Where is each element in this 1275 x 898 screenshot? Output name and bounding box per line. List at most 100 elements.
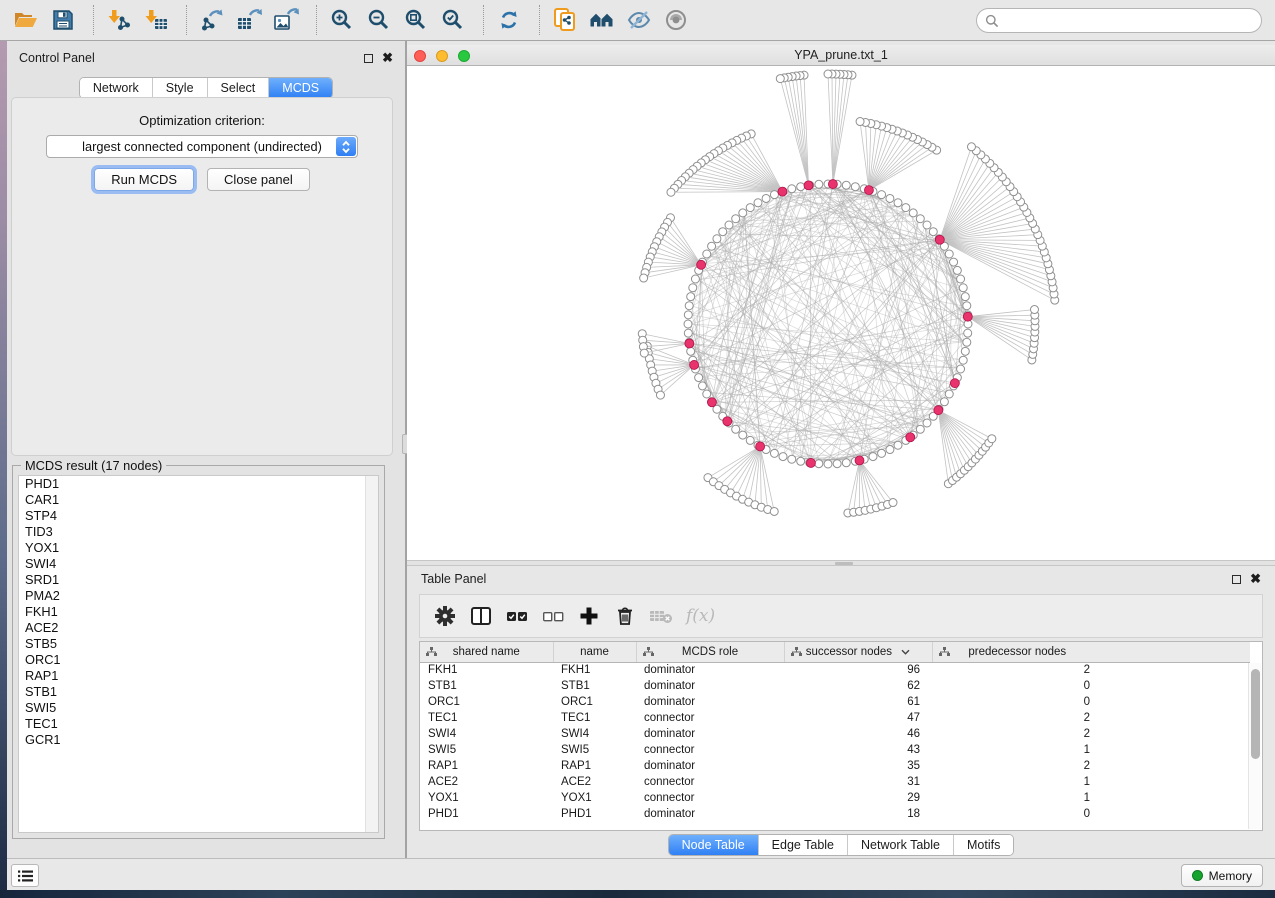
cell-name[interactable]: SWI5 (553, 742, 636, 758)
tab-network[interactable]: Network (80, 78, 153, 98)
cell-shared-name[interactable]: ACE2 (420, 774, 553, 790)
float-panel-icon[interactable] (364, 54, 373, 63)
column-header-name[interactable]: name (553, 642, 636, 662)
table-row[interactable]: ORC1ORC1dominator610 (420, 694, 1250, 710)
cell-mcds-role[interactable]: dominator (636, 662, 784, 678)
table-scrollbar[interactable] (1248, 663, 1261, 829)
cell-successor-nodes[interactable]: 96 (784, 662, 932, 678)
home-networks-icon[interactable] (586, 4, 618, 36)
settings-gear-icon[interactable] (430, 601, 460, 631)
cell-predecessor-nodes[interactable]: 1 (932, 742, 1102, 758)
export-network-icon[interactable] (196, 4, 228, 36)
cell-shared-name[interactable]: ORC1 (420, 694, 553, 710)
table-row[interactable]: SWI4SWI4dominator462 (420, 726, 1250, 742)
mcds-result-item[interactable]: STB5 (19, 636, 378, 652)
open-folder-icon[interactable] (10, 4, 42, 36)
export-image-icon[interactable] (270, 4, 302, 36)
close-panel-button[interactable]: Close panel (207, 168, 310, 191)
show-selected-eye-icon[interactable] (660, 4, 692, 36)
cell-successor-nodes[interactable]: 46 (784, 726, 932, 742)
cell-successor-nodes[interactable]: 18 (784, 806, 932, 822)
table-row[interactable]: PHD1PHD1dominator180 (420, 806, 1250, 822)
search-input[interactable] (999, 11, 1261, 31)
mcds-result-item[interactable]: SRD1 (19, 572, 378, 588)
cell-name[interactable]: SWI4 (553, 726, 636, 742)
import-table-icon[interactable] (140, 4, 172, 36)
network-window-titlebar[interactable]: YPA_prune.txt_1 (407, 45, 1275, 66)
cell-shared-name[interactable]: STB1 (420, 678, 553, 694)
cell-shared-name[interactable]: YOX1 (420, 790, 553, 806)
cell-name[interactable]: TEC1 (553, 710, 636, 726)
cell-name[interactable]: YOX1 (553, 790, 636, 806)
mcds-result-item[interactable]: ORC1 (19, 652, 378, 668)
cell-mcds-role[interactable]: connector (636, 774, 784, 790)
search-box[interactable] (976, 8, 1262, 33)
network-canvas[interactable] (407, 66, 1275, 560)
mcds-result-item[interactable]: TID3 (19, 524, 378, 540)
column-header-shared-name[interactable]: shared name (420, 642, 553, 662)
column-header-predecessor-nodes[interactable]: predecessor nodes (932, 642, 1102, 662)
horizontal-splitter-handle[interactable] (835, 562, 853, 565)
cell-successor-nodes[interactable]: 61 (784, 694, 932, 710)
cell-mcds-role[interactable]: dominator (636, 806, 784, 822)
cell-predecessor-nodes[interactable]: 2 (932, 710, 1102, 726)
mcds-list-scrollbar[interactable] (365, 476, 378, 832)
mcds-result-item[interactable]: RAP1 (19, 668, 378, 684)
add-row-icon[interactable] (574, 601, 604, 631)
cell-successor-nodes[interactable]: 43 (784, 742, 932, 758)
tab-motifs[interactable]: Motifs (954, 835, 1013, 855)
task-history-list-icon[interactable] (11, 864, 39, 887)
mcds-result-item[interactable]: STP4 (19, 508, 378, 524)
hide-selected-eye-icon[interactable] (623, 4, 655, 36)
tab-node-table[interactable]: Node Table (669, 835, 759, 855)
table-row[interactable]: RAP1RAP1dominator352 (420, 758, 1250, 774)
delete-row-icon[interactable] (610, 601, 640, 631)
cell-predecessor-nodes[interactable]: 0 (932, 678, 1102, 694)
zoom-selected-icon[interactable] (437, 4, 469, 36)
optimization-criterion-select[interactable]: largest connected component (undirected) (46, 135, 358, 158)
table-row[interactable]: TEC1TEC1connector472 (420, 710, 1250, 726)
mcds-result-item[interactable]: PHD1 (19, 476, 378, 492)
cell-name[interactable]: FKH1 (553, 662, 636, 678)
cell-shared-name[interactable]: FKH1 (420, 662, 553, 678)
float-table-panel-icon[interactable] (1232, 575, 1241, 584)
table-scrollbar-thumb[interactable] (1251, 669, 1260, 759)
cell-shared-name[interactable]: RAP1 (420, 758, 553, 774)
network-view[interactable] (407, 66, 1275, 560)
cell-successor-nodes[interactable]: 29 (784, 790, 932, 806)
cell-shared-name[interactable]: TEC1 (420, 710, 553, 726)
cell-predecessor-nodes[interactable]: 1 (932, 774, 1102, 790)
run-mcds-button[interactable]: Run MCDS (94, 168, 194, 191)
cell-successor-nodes[interactable]: 35 (784, 758, 932, 774)
close-table-panel-icon[interactable]: ✖ (1250, 574, 1261, 584)
cell-mcds-role[interactable]: dominator (636, 694, 784, 710)
memory-button[interactable]: Memory (1181, 864, 1263, 887)
zoom-in-icon[interactable] (326, 4, 358, 36)
close-window-icon[interactable] (414, 50, 426, 62)
mcds-result-item[interactable]: GCR1 (19, 732, 378, 748)
import-network-icon[interactable] (103, 4, 135, 36)
tab-select[interactable]: Select (208, 78, 270, 98)
cell-shared-name[interactable]: PHD1 (420, 806, 553, 822)
cell-mcds-role[interactable]: dominator (636, 726, 784, 742)
cell-name[interactable]: RAP1 (553, 758, 636, 774)
mcds-result-item[interactable]: FKH1 (19, 604, 378, 620)
cell-successor-nodes[interactable]: 31 (784, 774, 932, 790)
close-panel-icon[interactable]: ✖ (382, 53, 393, 63)
table-row[interactable]: STB1STB1dominator620 (420, 678, 1250, 694)
cell-mcds-role[interactable]: dominator (636, 678, 784, 694)
table-row[interactable]: FKH1FKH1dominator962 (420, 662, 1250, 678)
tab-edge-table[interactable]: Edge Table (759, 835, 848, 855)
tab-mcds[interactable]: MCDS (269, 78, 332, 98)
minimize-window-icon[interactable] (436, 50, 448, 62)
cell-name[interactable]: PHD1 (553, 806, 636, 822)
tab-network-table[interactable]: Network Table (848, 835, 954, 855)
mcds-result-item[interactable]: SWI4 (19, 556, 378, 572)
table-row[interactable]: ACE2ACE2connector311 (420, 774, 1250, 790)
column-header-successor-nodes[interactable]: successor nodes (784, 642, 932, 662)
cell-mcds-role[interactable]: dominator (636, 758, 784, 774)
column-header-mcds-role[interactable]: MCDS role (636, 642, 784, 662)
cell-predecessor-nodes[interactable]: 1 (932, 790, 1102, 806)
zoom-out-icon[interactable] (363, 4, 395, 36)
cell-predecessor-nodes[interactable]: 2 (932, 662, 1102, 678)
